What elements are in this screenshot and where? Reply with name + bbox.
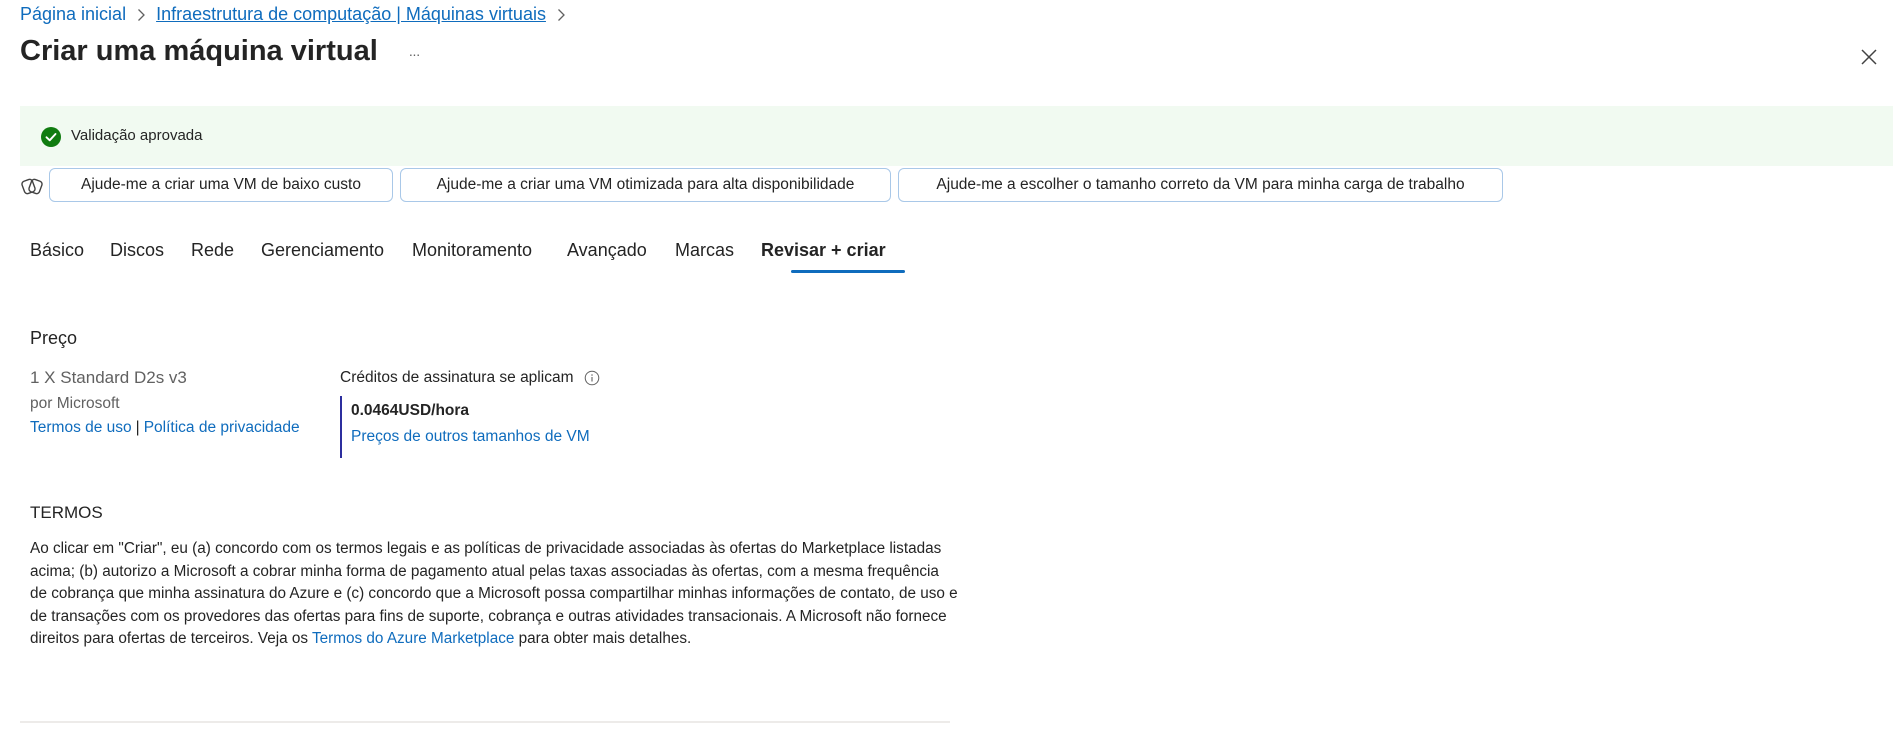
- active-tab-indicator: [791, 270, 905, 273]
- link-separator: |: [135, 419, 140, 436]
- tab-monitoring[interactable]: Monitoramento: [412, 240, 532, 261]
- footer-divider: [20, 721, 950, 723]
- info-icon[interactable]: [584, 370, 600, 386]
- page-title: Criar uma máquina virtual: [20, 35, 378, 67]
- tab-management[interactable]: Gerenciamento: [261, 240, 384, 261]
- terms-body-text-end: para obter mais detalhes.: [514, 630, 692, 648]
- terms-heading: TERMOS: [30, 503, 103, 522]
- terms-body: Ao clicar em "Criar", eu (a) concordo co…: [30, 538, 960, 651]
- success-check-icon: [41, 127, 61, 147]
- chevron-right-icon: [138, 8, 145, 21]
- more-options-button[interactable]: ···: [400, 42, 428, 66]
- copilot-prompt-low-cost-button[interactable]: Ajude-me a criar uma VM de baixo custo: [49, 168, 393, 202]
- price-accent-bar: [340, 396, 342, 458]
- copilot-icon: [21, 178, 43, 195]
- close-icon: [1861, 49, 1877, 65]
- privacy-policy-link[interactable]: Política de privacidade: [144, 419, 300, 436]
- price-heading: Preço: [30, 328, 78, 348]
- terms-of-use-link[interactable]: Termos de uso: [30, 419, 132, 436]
- copilot-prompt-high-availability-button[interactable]: Ajude-me a criar uma VM otimizada para a…: [400, 168, 891, 202]
- tab-disks[interactable]: Discos: [110, 240, 164, 261]
- azure-marketplace-terms-link[interactable]: Termos do Azure Marketplace: [312, 630, 514, 647]
- subscription-credits-label: Créditos de assinatura se aplicam: [340, 369, 600, 387]
- tab-basics[interactable]: Básico: [30, 240, 84, 261]
- tab-review-create[interactable]: Revisar + criar: [761, 240, 886, 261]
- vm-size-text: 1 X Standard D2s v3: [30, 368, 187, 387]
- copilot-prompt-vm-size-button[interactable]: Ajude-me a escolher o tamanho correto da…: [898, 168, 1503, 202]
- terms-links: Termos de uso | Política de privacidade: [30, 419, 300, 437]
- breadcrumb-vm-link[interactable]: Infraestrutura de computação | Máquinas …: [156, 4, 546, 25]
- tab-tags[interactable]: Marcas: [675, 240, 734, 261]
- other-vm-sizes-pricing-link[interactable]: Preços de outros tamanhos de VM: [351, 428, 590, 446]
- tab-networking[interactable]: Rede: [191, 240, 234, 261]
- ellipsis-icon: ···: [408, 46, 421, 62]
- chevron-right-icon: [557, 8, 565, 21]
- validation-text: Validação aprovada: [71, 127, 203, 144]
- breadcrumb-home-link[interactable]: Página inicial: [20, 4, 126, 25]
- price-value: 0.0464USD/hora: [351, 402, 470, 419]
- credits-text: Créditos de assinatura se aplicam: [340, 369, 574, 386]
- breadcrumb: Página inicial Infraestrutura de computa…: [20, 4, 576, 25]
- publisher-text: por Microsoft: [30, 395, 120, 412]
- tab-advanced[interactable]: Avançado: [567, 240, 647, 261]
- close-button[interactable]: [1856, 44, 1882, 70]
- validation-banner: Validação aprovada: [20, 106, 1893, 166]
